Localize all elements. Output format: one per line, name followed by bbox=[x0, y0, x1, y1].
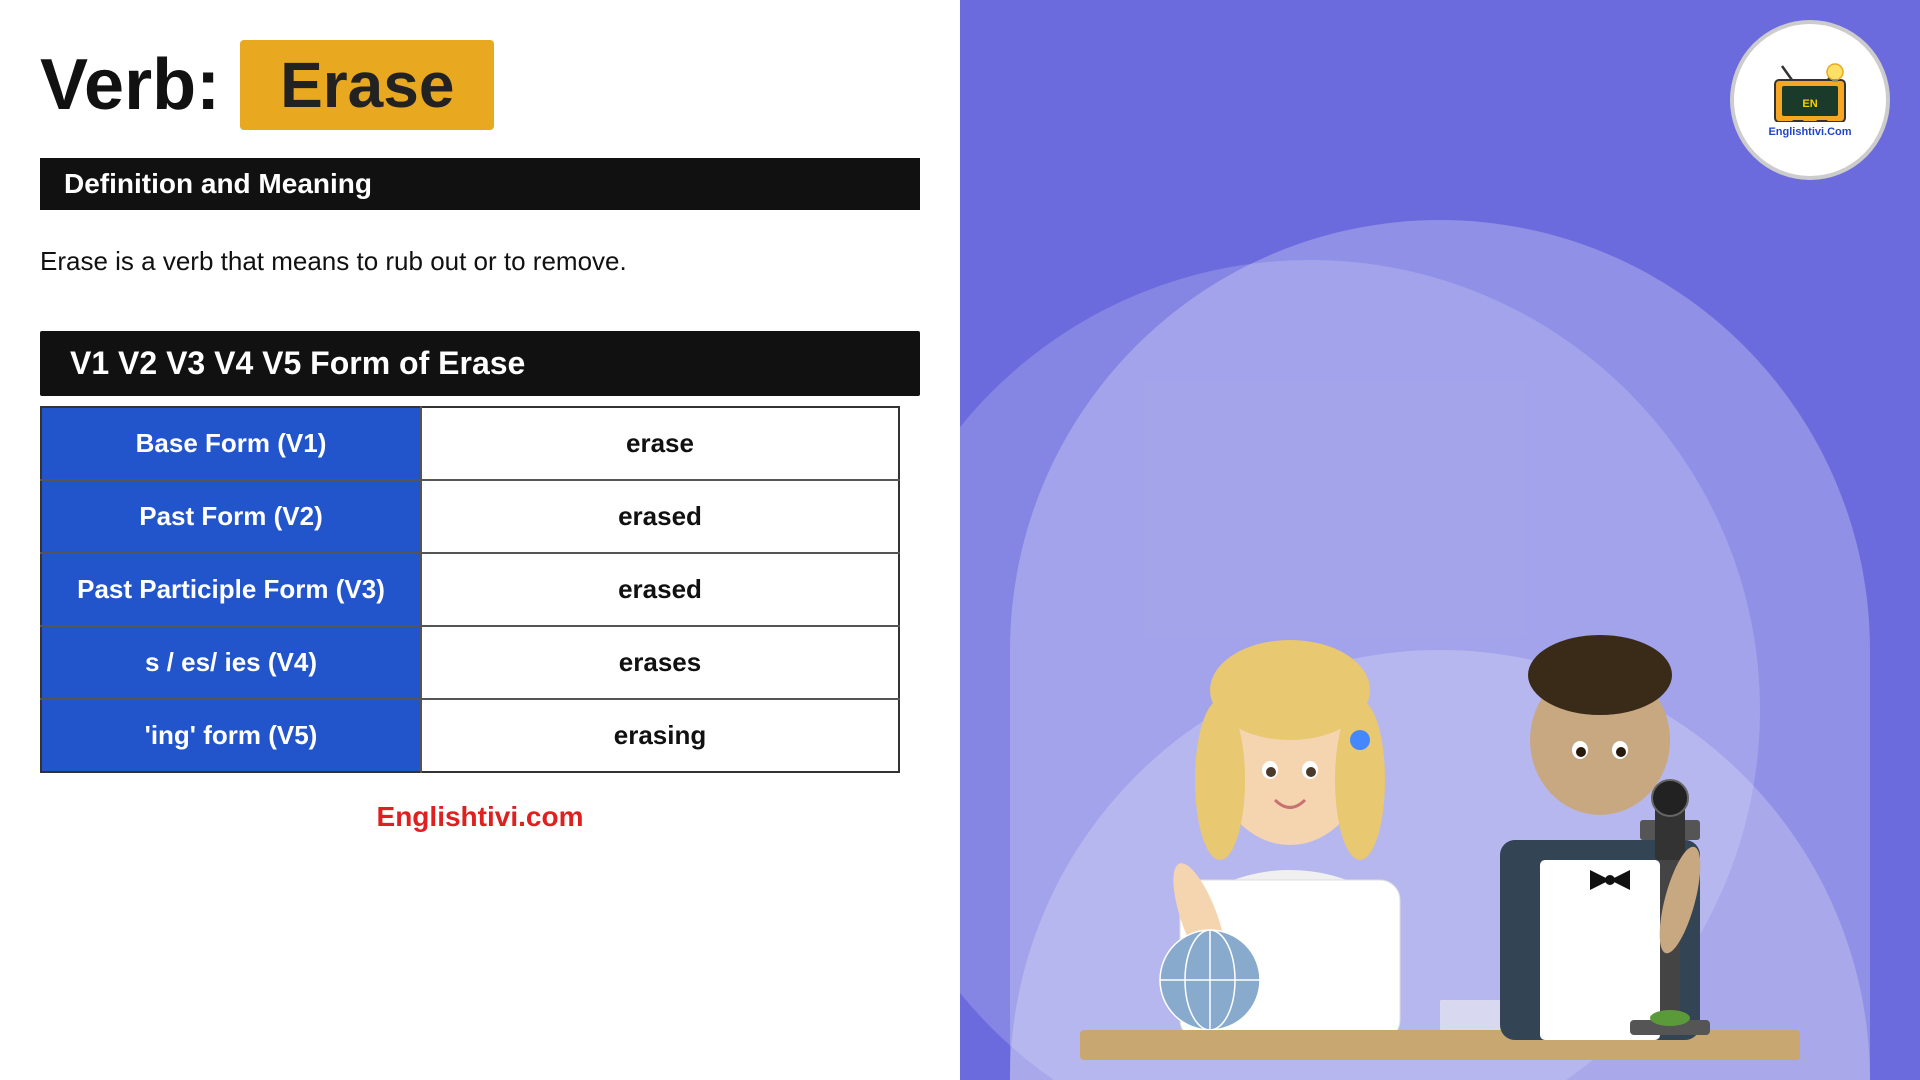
title-row: Verb: Erase bbox=[40, 40, 920, 130]
verb-prefix-label: Verb: bbox=[40, 44, 220, 126]
table-row: Past Form (V2) erased bbox=[41, 480, 899, 553]
svg-text:EN: EN bbox=[1802, 98, 1817, 110]
forms-heading-text: V1 V2 V3 V4 V5 Form of Erase bbox=[70, 345, 525, 381]
definition-heading-block: Definition and Meaning bbox=[40, 158, 920, 210]
verb-name-text: Erase bbox=[280, 49, 454, 121]
definition-heading-text: Definition and Meaning bbox=[64, 168, 372, 199]
form-value-cell: erase bbox=[421, 407, 899, 480]
form-value-cell: erasing bbox=[421, 699, 899, 772]
form-value-cell: erased bbox=[421, 480, 899, 553]
table-row: s / es/ ies (V4) erases bbox=[41, 626, 899, 699]
table-row: Past Participle Form (V3) erased bbox=[41, 553, 899, 626]
form-label-cell: s / es/ ies (V4) bbox=[41, 626, 421, 699]
logo-tv-svg: EN bbox=[1770, 62, 1850, 122]
definition-body-text: Erase is a verb that means to rub out or… bbox=[40, 242, 920, 281]
right-panel: EN Englishtivi.Com bbox=[960, 0, 1920, 1080]
logo-circle: EN Englishtivi.Com bbox=[1730, 20, 1890, 180]
footer-brand-text: Englishtivi.com bbox=[377, 801, 584, 832]
table-row: 'ing' form (V5) erasing bbox=[41, 699, 899, 772]
form-label-cell: Base Form (V1) bbox=[41, 407, 421, 480]
verb-forms-table: Base Form (V1) erase Past Form (V2) eras… bbox=[40, 406, 900, 773]
verb-name-box: Erase bbox=[240, 40, 494, 130]
brand-com-part: com bbox=[526, 801, 584, 832]
form-value-cell: erased bbox=[421, 553, 899, 626]
form-value-cell: erases bbox=[421, 626, 899, 699]
left-panel: Verb: Erase Definition and Meaning Erase… bbox=[0, 0, 960, 1080]
logo-label: Englishtivi.Com bbox=[1768, 126, 1851, 138]
footer-brand: Englishtivi.com bbox=[40, 801, 920, 833]
form-label-cell: Past Participle Form (V3) bbox=[41, 553, 421, 626]
table-row: Base Form (V1) erase bbox=[41, 407, 899, 480]
form-label-cell: Past Form (V2) bbox=[41, 480, 421, 553]
children-svg bbox=[960, 180, 1920, 1080]
children-area bbox=[960, 180, 1920, 1080]
brand-name-part: Englishtivi. bbox=[377, 801, 526, 832]
forms-heading-block: V1 V2 V3 V4 V5 Form of Erase bbox=[40, 331, 920, 396]
form-label-cell: 'ing' form (V5) bbox=[41, 699, 421, 772]
